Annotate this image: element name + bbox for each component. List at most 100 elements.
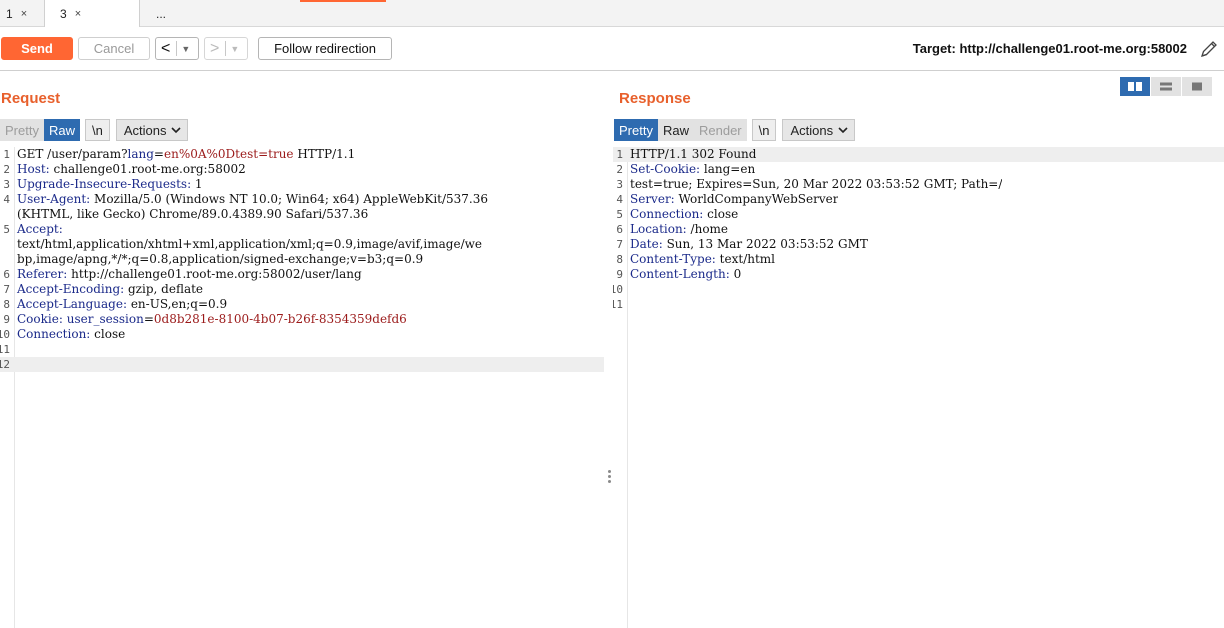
code-text: HTTP/1.1 xyxy=(293,147,356,161)
tab-label: 3 xyxy=(60,7,67,21)
code-line[interactable]: 3 Upgrade-Insecure-Requests: 1 xyxy=(0,177,604,192)
request-editor[interactable]: 1 GET /user/param?lang=en%0A%0Dtest=true … xyxy=(0,147,604,628)
follow-redirection-button[interactable]: Follow redirection xyxy=(258,37,392,60)
dropdown-arrow-icon[interactable]: ▼ xyxy=(230,44,239,54)
code-line[interactable]: 5 Connection: close xyxy=(613,207,1224,222)
line-content: Location: /home xyxy=(628,222,728,237)
line-content: User-Agent: Mozilla/5.0 (Windows NT 10.0… xyxy=(15,192,488,207)
code-line[interactable]: 2 Set-Cookie: lang=en xyxy=(613,162,1224,177)
actions-menu[interactable]: Actions xyxy=(115,119,189,141)
line-number: 2 xyxy=(616,163,623,176)
code-text: 0 xyxy=(729,267,742,281)
code-line[interactable]: bp,image/apng,*/*;q=0.8,application/sign… xyxy=(0,252,604,267)
code-text: text/html xyxy=(715,252,775,266)
code-line[interactable]: 3 test=true; Expires=Sun, 20 Mar 2022 03:… xyxy=(613,177,1224,192)
code-line[interactable]: 4 Server: WorldCompanyWebServer xyxy=(613,192,1224,207)
code-line[interactable]: 7 Date: Sun, 13 Mar 2022 03:53:52 GMT xyxy=(613,237,1224,252)
code-text: http://challenge01.root-me.org:58002/use… xyxy=(67,267,362,281)
line-number: 6 xyxy=(3,268,10,281)
code-lines: 1 HTTP/1.1 302 Found 2 Set-Cookie: lang=en 3… xyxy=(613,147,1224,312)
header-name: Content-Type: xyxy=(630,252,716,266)
line-number xyxy=(0,252,15,267)
header-name: Set-Cookie: xyxy=(630,162,701,176)
tab-render[interactable]: Render xyxy=(693,119,747,141)
response-panel: Response Pretty Raw Render \n Actions 1H… xyxy=(613,71,1224,628)
line-number: 8 xyxy=(3,298,10,311)
tab-1[interactable]: 1 × xyxy=(0,0,45,27)
code-text: 1 xyxy=(191,177,203,191)
header-name: Accept-Language: xyxy=(17,297,128,311)
code-text: text/html,application/xhtml+xml,applicat… xyxy=(17,237,483,251)
param-value: 0d8b281e-8100-4b07-b26f-8354359defd6 xyxy=(153,312,407,326)
actions-label: Actions xyxy=(123,122,167,138)
code-text: challenge01.root-me.org:58002 xyxy=(49,162,246,176)
header-name: Host: xyxy=(17,162,50,176)
code-text: close xyxy=(90,327,126,341)
close-icon[interactable]: × xyxy=(21,8,27,20)
tab-new[interactable]: ... xyxy=(140,0,180,27)
chevron-right-icon: > xyxy=(210,39,220,57)
single-pane-icon[interactable] xyxy=(1182,77,1212,96)
pane-splitter[interactable] xyxy=(604,71,613,628)
code-line[interactable]: 4 User-Agent: Mozilla/5.0 (Windows NT 10.… xyxy=(0,192,604,207)
history-back-button[interactable]: < ▼ xyxy=(155,37,199,60)
code-line[interactable]: (KHTML, like Gecko) Chrome/89.0.4389.90 … xyxy=(0,207,604,222)
code-text: = xyxy=(143,312,154,326)
code-line[interactable]: 6 Referer: http://challenge01.root-me.org… xyxy=(0,267,604,282)
header-name: Upgrade-Insecure-Requests: xyxy=(17,177,192,191)
code-line[interactable]: 1 HTTP/1.1 302 Found xyxy=(613,147,1224,162)
line-content: Host: challenge01.root-me.org:58002 xyxy=(15,162,246,177)
code-line[interactable]: 10 Connection: close xyxy=(0,327,604,342)
line-number: 12 xyxy=(0,358,10,371)
pencil-icon[interactable] xyxy=(1198,38,1220,60)
cancel-button[interactable]: Cancel xyxy=(78,37,150,60)
code-line[interactable]: 6 Location: /home xyxy=(613,222,1224,237)
code-text: HTTP/1.1 302 Found xyxy=(630,147,757,161)
code-text: /home xyxy=(686,222,729,236)
code-line[interactable]: 2 Host: challenge01.root-me.org:58002 xyxy=(0,162,604,177)
line-content: bp,image/apng,*/*;q=0.8,application/sign… xyxy=(15,252,423,267)
tab-3[interactable]: 3 × xyxy=(45,0,140,28)
columns-icon[interactable] xyxy=(1120,77,1150,96)
code-line[interactable]: 8 Content-Type: text/html xyxy=(613,252,1224,267)
code-line[interactable]: 8 Accept-Language: en-US,en;q=0.9 xyxy=(0,297,604,312)
code-text: = xyxy=(153,147,164,161)
close-icon[interactable]: × xyxy=(75,8,81,20)
chevron-down-icon xyxy=(838,127,848,134)
toolbar: Send Cancel < ▼ > ▼ Follow redirection T… xyxy=(0,27,1224,71)
code-line[interactable]: 7 Accept-Encoding: gzip, deflate xyxy=(0,282,604,297)
code-line[interactable]: 10 xyxy=(613,282,1224,297)
line-content: Upgrade-Insecure-Requests: 1 xyxy=(15,177,203,192)
actions-menu[interactable]: Actions xyxy=(782,119,856,141)
tab-pretty[interactable]: Pretty xyxy=(614,119,658,141)
code-line[interactable]: 9 Cookie: user_session=0d8b281e-8100-4b07… xyxy=(0,312,604,327)
tab-bar: 1 × 3 × ... xyxy=(0,0,1224,28)
code-line[interactable]: 1 GET /user/param?lang=en%0A%0Dtest=true … xyxy=(0,147,604,162)
line-number: 7 xyxy=(3,283,10,296)
newline-toggle[interactable]: \n xyxy=(751,119,777,141)
rows-icon[interactable] xyxy=(1151,77,1181,96)
newline-toggle[interactable]: \n xyxy=(84,119,110,141)
drag-handle-icon[interactable] xyxy=(608,470,611,485)
code-line[interactable]: text/html,application/xhtml+xml,applicat… xyxy=(0,237,604,252)
code-line[interactable]: 5 Accept: xyxy=(0,222,604,237)
response-editor[interactable]: 1 HTTP/1.1 302 Found 2 Set-Cookie: lang=en 3… xyxy=(613,147,1224,628)
line-content xyxy=(628,282,630,297)
code-line[interactable]: 11 xyxy=(0,342,604,357)
code-line[interactable]: 11 xyxy=(613,297,1224,312)
header-name: Connection: xyxy=(17,327,91,341)
line-number xyxy=(0,237,15,252)
code-text: Sun, 13 Mar 2022 03:53:52 GMT xyxy=(662,237,868,251)
history-forward-button[interactable]: > ▼ xyxy=(204,37,248,60)
tab-raw[interactable]: Raw xyxy=(43,119,80,141)
line-number xyxy=(0,207,15,222)
tab-raw[interactable]: Raw xyxy=(657,119,694,141)
dropdown-arrow-icon[interactable]: ▼ xyxy=(181,44,190,54)
tab-pretty[interactable]: Pretty xyxy=(0,119,44,141)
code-line[interactable]: 9 Content-Length: 0 xyxy=(613,267,1224,282)
send-button[interactable]: Send xyxy=(1,37,73,60)
code-text: lang=en xyxy=(700,162,756,176)
code-line[interactable]: 12 xyxy=(0,357,604,372)
tab-label: ... xyxy=(156,6,167,21)
header-name: Connection: xyxy=(630,207,704,221)
